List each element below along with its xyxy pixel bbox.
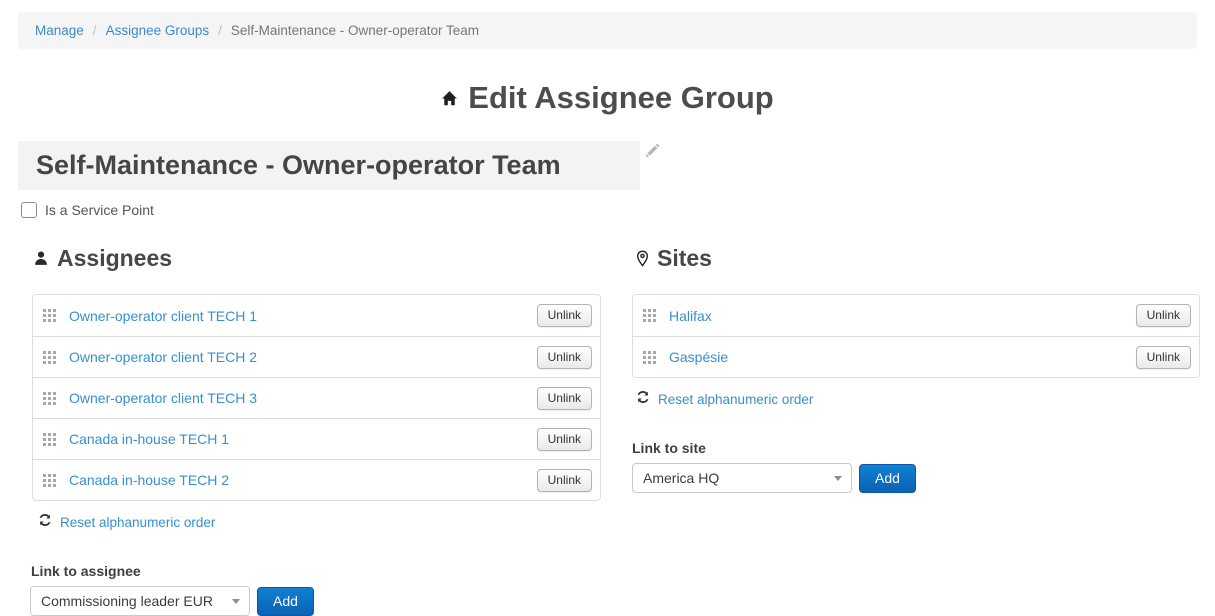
home-icon (441, 79, 458, 115)
group-name-block: Self-Maintenance - Owner-operator Team (18, 141, 640, 190)
link-to-site-label: Link to site (632, 440, 1200, 456)
chevron-down-icon (232, 599, 240, 604)
refresh-icon (636, 390, 650, 409)
site-link[interactable]: Gaspésie (669, 349, 1136, 365)
drag-handle-icon[interactable] (43, 351, 56, 364)
assignee-link[interactable]: Owner-operator client TECH 2 (69, 349, 537, 365)
breadcrumb-current: Self-Maintenance - Owner-operator Team (231, 23, 479, 38)
sites-list: Halifax Unlink Gaspésie Unlink (632, 294, 1200, 378)
unlink-button[interactable]: Unlink (537, 428, 592, 451)
add-site-button[interactable]: Add (859, 464, 916, 493)
assignee-link[interactable]: Canada in-house TECH 2 (69, 472, 537, 488)
assignee-link[interactable]: Owner-operator client TECH 1 (69, 308, 537, 324)
breadcrumb-link-assignee-groups[interactable]: Assignee Groups (106, 23, 210, 38)
link-to-site-select-value: America HQ (643, 470, 719, 486)
assignee-row: Canada in-house TECH 2 Unlink (33, 459, 600, 500)
sites-reset-row: Reset alphanumeric order (636, 390, 1200, 409)
sites-reset-link[interactable]: Reset alphanumeric order (658, 392, 813, 407)
site-link[interactable]: Halifax (669, 308, 1136, 324)
drag-handle-icon[interactable] (43, 433, 56, 446)
add-assignee-button[interactable]: Add (257, 587, 314, 616)
link-to-site-select[interactable]: America HQ (632, 463, 852, 493)
unlink-button[interactable]: Unlink (1136, 304, 1191, 327)
unlink-button[interactable]: Unlink (537, 387, 592, 410)
assignees-header: Assignees (33, 244, 601, 273)
service-point-row[interactable]: Is a Service Point (21, 202, 154, 218)
assignee-link[interactable]: Owner-operator client TECH 3 (69, 390, 537, 406)
assignees-reset-link[interactable]: Reset alphanumeric order (60, 515, 215, 530)
chevron-down-icon (834, 476, 842, 481)
breadcrumb: Manage / Assignee Groups / Self-Maintena… (18, 12, 1197, 49)
refresh-icon (38, 513, 52, 532)
link-to-assignee-controls: Commissioning leader EUR Add (30, 586, 601, 616)
drag-handle-icon[interactable] (43, 474, 56, 487)
is-service-point-checkbox[interactable] (21, 202, 37, 218)
sites-section: Sites Halifax Unlink Gaspésie Unlink Res… (632, 244, 1200, 493)
assignee-row: Owner-operator client TECH 3 Unlink (33, 377, 600, 418)
assignees-section: Assignees Owner-operator client TECH 1 U… (18, 244, 601, 616)
group-name: Self-Maintenance - Owner-operator Team (36, 150, 561, 181)
breadcrumb-link-manage[interactable]: Manage (35, 23, 84, 38)
assignee-link[interactable]: Canada in-house TECH 1 (69, 431, 537, 447)
sites-title: Sites (657, 245, 712, 272)
page-title-row: Edit Assignee Group (0, 80, 1215, 116)
drag-handle-icon[interactable] (643, 309, 656, 322)
map-pin-icon (636, 246, 649, 273)
site-row: Gaspésie Unlink (633, 336, 1199, 377)
breadcrumb-separator: / (93, 23, 97, 38)
sites-header: Sites (636, 244, 1200, 273)
service-point-label: Is a Service Point (45, 202, 154, 218)
link-to-assignee-select[interactable]: Commissioning leader EUR (30, 586, 250, 616)
assignee-row: Owner-operator client TECH 1 Unlink (33, 295, 600, 336)
drag-handle-icon[interactable] (43, 309, 56, 322)
edit-pencil-icon[interactable] (644, 143, 660, 164)
unlink-button[interactable]: Unlink (537, 469, 592, 492)
assignees-title: Assignees (57, 245, 172, 272)
assignee-row: Owner-operator client TECH 2 Unlink (33, 336, 600, 377)
link-to-assignee-label: Link to assignee (31, 563, 601, 579)
unlink-button[interactable]: Unlink (537, 346, 592, 369)
drag-handle-icon[interactable] (643, 351, 656, 364)
site-row: Halifax Unlink (633, 295, 1199, 336)
assignees-reset-row: Reset alphanumeric order (38, 513, 601, 532)
assignee-row: Canada in-house TECH 1 Unlink (33, 418, 600, 459)
drag-handle-icon[interactable] (43, 392, 56, 405)
page-title: Edit Assignee Group (468, 80, 773, 115)
assignees-list: Owner-operator client TECH 1 Unlink Owne… (32, 294, 601, 501)
unlink-button[interactable]: Unlink (1136, 346, 1191, 369)
link-to-assignee-select-value: Commissioning leader EUR (41, 593, 213, 609)
person-icon (33, 246, 49, 273)
unlink-button[interactable]: Unlink (537, 304, 592, 327)
link-to-site-controls: America HQ Add (632, 463, 1200, 493)
breadcrumb-separator: / (218, 23, 222, 38)
